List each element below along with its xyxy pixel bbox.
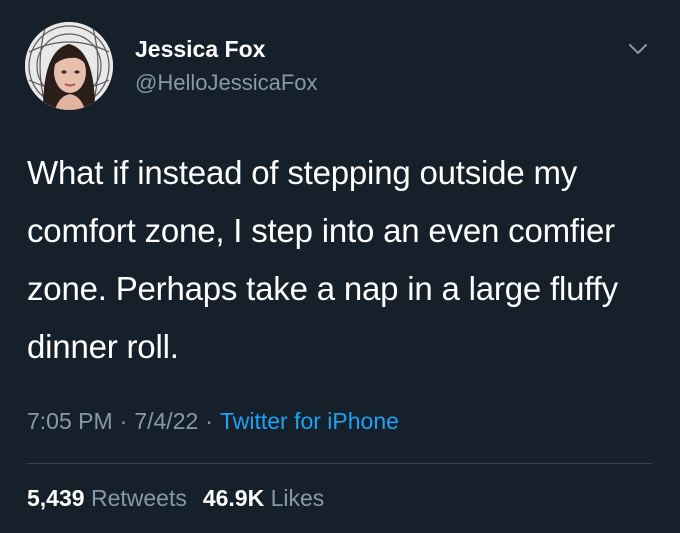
- tweet-card: Jessica Fox @HelloJessicaFox What if ins…: [0, 0, 680, 533]
- avatar[interactable]: [25, 22, 113, 110]
- meta-separator: ·: [205, 408, 213, 434]
- likes-stat[interactable]: 46.9K Likes: [203, 485, 324, 511]
- likes-count: 46.9K: [202, 485, 265, 511]
- chevron-down-icon: [629, 44, 647, 54]
- display-name[interactable]: Jessica Fox: [135, 36, 265, 63]
- meta-separator: ·: [119, 408, 128, 434]
- divider: [27, 463, 652, 464]
- tweet-source-link[interactable]: Twitter for iPhone: [220, 408, 399, 434]
- tweet-time[interactable]: 7:05 PM: [27, 408, 113, 434]
- likes-label: Likes: [270, 485, 325, 511]
- avatar-photo: [25, 22, 113, 110]
- tweet-text: What if instead of stepping outside my c…: [27, 154, 618, 365]
- tweet-meta: 7:05 PM · 7/4/22 · Twitter for iPhone: [27, 408, 399, 435]
- retweets-label: Retweets: [90, 485, 187, 511]
- retweets-count: 5,439: [27, 485, 85, 511]
- tweet-stats: 5,439 Retweets 46.9K Likes: [27, 485, 324, 512]
- tweet-date[interactable]: 7/4/22: [134, 408, 198, 434]
- user-handle[interactable]: @HelloJessicaFox: [135, 70, 318, 96]
- retweets-stat[interactable]: 5,439 Retweets: [27, 485, 187, 511]
- more-options-button[interactable]: [620, 34, 656, 64]
